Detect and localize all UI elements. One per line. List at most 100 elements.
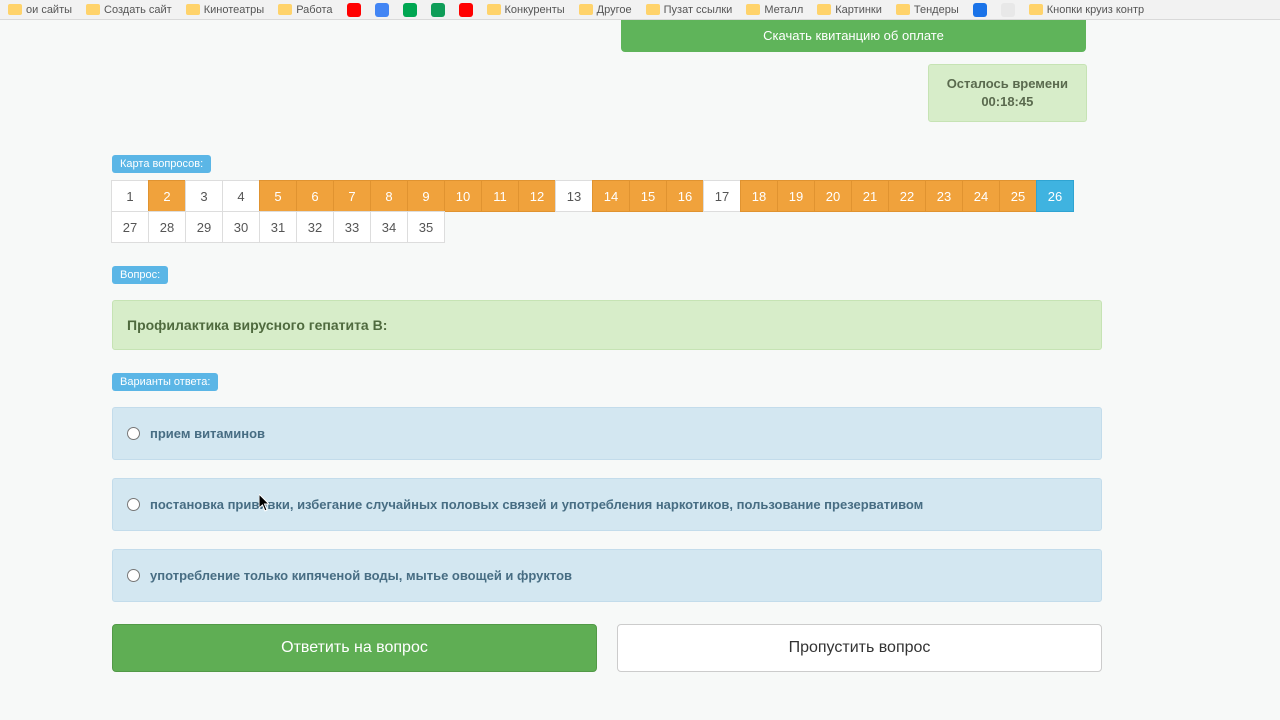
- question-cell-26[interactable]: 26: [1036, 180, 1074, 212]
- question-cell-17[interactable]: 17: [703, 180, 741, 212]
- question-cell-12[interactable]: 12: [518, 180, 556, 212]
- favicon-icon: [1001, 3, 1015, 17]
- question-cell-30[interactable]: 30: [222, 211, 260, 243]
- question-cell-35[interactable]: 35: [407, 211, 445, 243]
- bookmark-item[interactable]: Работа: [278, 4, 332, 16]
- question-cell-7[interactable]: 7: [333, 180, 371, 212]
- favicon-icon: [973, 3, 987, 17]
- bookmarks-bar: ои сайты Создать сайт Кинотеатры Работа Конк…: [0, 0, 1280, 20]
- question-cell-31[interactable]: 31: [259, 211, 297, 243]
- question-cell-16[interactable]: 16: [666, 180, 704, 212]
- question-map: 1234567891011121314151617181920212223242…: [112, 181, 1102, 243]
- folder-icon: [487, 4, 501, 15]
- question-cell-1[interactable]: 1: [111, 180, 149, 212]
- question-cell-4[interactable]: 4: [222, 180, 260, 212]
- answer-option-2[interactable]: постановка прививки, избегание случайных…: [112, 478, 1102, 531]
- question-cell-34[interactable]: 34: [370, 211, 408, 243]
- bookmark-label: Кинотеатры: [204, 4, 264, 16]
- question-text: Профилактика вирусного гепатита В:: [112, 300, 1102, 350]
- bookmark-label: Другое: [597, 4, 632, 16]
- timer-box: Осталось времени 00:18:45: [928, 64, 1087, 122]
- question-cell-13[interactable]: 13: [555, 180, 593, 212]
- bookmark-label: Конкуренты: [505, 4, 565, 16]
- question-cell-20[interactable]: 20: [814, 180, 852, 212]
- answer-radio[interactable]: [127, 569, 140, 582]
- answer-option-1[interactable]: прием витаминов: [112, 407, 1102, 460]
- bookmark-label: Тендеры: [914, 4, 959, 16]
- bookmark-item[interactable]: Пузат ссылки: [646, 4, 733, 16]
- bookmark-item[interactable]: Кинотеатры: [186, 4, 264, 16]
- question-cell-21[interactable]: 21: [851, 180, 889, 212]
- bookmark-label: Создать сайт: [104, 4, 172, 16]
- question-cell-29[interactable]: 29: [185, 211, 223, 243]
- question-label: Вопрос:: [112, 266, 168, 284]
- answer-option-3[interactable]: употребление только кипяченой воды, мыть…: [112, 549, 1102, 602]
- answers-label: Варианты ответа:: [112, 373, 218, 391]
- bookmark-item[interactable]: [375, 3, 389, 17]
- folder-icon: [817, 4, 831, 15]
- question-cell-22[interactable]: 22: [888, 180, 926, 212]
- bookmark-item[interactable]: [459, 3, 473, 17]
- question-cell-5[interactable]: 5: [259, 180, 297, 212]
- question-cell-8[interactable]: 8: [370, 180, 408, 212]
- bookmark-item[interactable]: ои сайты: [8, 4, 72, 16]
- page: Скачать квитанцию об оплате Осталось вре…: [0, 20, 1280, 672]
- question-cell-11[interactable]: 11: [481, 180, 519, 212]
- question-cell-3[interactable]: 3: [185, 180, 223, 212]
- answer-radio[interactable]: [127, 498, 140, 511]
- bookmark-item[interactable]: Конкуренты: [487, 4, 565, 16]
- question-cell-27[interactable]: 27: [111, 211, 149, 243]
- timer-title: Осталось времени: [947, 75, 1068, 93]
- question-cell-6[interactable]: 6: [296, 180, 334, 212]
- bookmark-item[interactable]: [431, 3, 445, 17]
- answer-radio[interactable]: [127, 427, 140, 440]
- question-cell-15[interactable]: 15: [629, 180, 667, 212]
- bookmark-item[interactable]: [347, 3, 361, 17]
- bookmark-item[interactable]: Другое: [579, 4, 632, 16]
- download-receipt-button[interactable]: Скачать квитанцию об оплате: [621, 20, 1086, 52]
- folder-icon: [1029, 4, 1043, 15]
- bookmark-label: Кнопки круиз контр: [1047, 4, 1144, 16]
- bookmark-label: Картинки: [835, 4, 882, 16]
- question-cell-14[interactable]: 14: [592, 180, 630, 212]
- question-cell-2[interactable]: 2: [148, 180, 186, 212]
- question-cell-32[interactable]: 32: [296, 211, 334, 243]
- bookmark-item[interactable]: [1001, 3, 1015, 17]
- timer-value: 00:18:45: [947, 93, 1068, 111]
- question-cell-19[interactable]: 19: [777, 180, 815, 212]
- question-cell-33[interactable]: 33: [333, 211, 371, 243]
- bookmark-item[interactable]: Тендеры: [896, 4, 959, 16]
- folder-icon: [86, 4, 100, 15]
- favicon-icon: [431, 3, 445, 17]
- question-cell-28[interactable]: 28: [148, 211, 186, 243]
- favicon-icon: [375, 3, 389, 17]
- answers-list: прием витаминов постановка прививки, избе…: [112, 407, 1102, 602]
- folder-icon: [186, 4, 200, 15]
- question-cell-25[interactable]: 25: [999, 180, 1037, 212]
- folder-icon: [278, 4, 292, 15]
- question-cell-23[interactable]: 23: [925, 180, 963, 212]
- bookmark-label: ои сайты: [26, 4, 72, 16]
- favicon-icon: [347, 3, 361, 17]
- favicon-icon: [459, 3, 473, 17]
- bookmark-item[interactable]: [973, 3, 987, 17]
- bookmark-label: Пузат ссылки: [664, 4, 733, 16]
- question-cell-18[interactable]: 18: [740, 180, 778, 212]
- answer-text: постановка прививки, избегание случайных…: [150, 497, 923, 512]
- question-cell-9[interactable]: 9: [407, 180, 445, 212]
- bookmark-item[interactable]: Кнопки круиз контр: [1029, 4, 1144, 16]
- answer-text: прием витаминов: [150, 426, 265, 441]
- question-cell-24[interactable]: 24: [962, 180, 1000, 212]
- folder-icon: [746, 4, 760, 15]
- bookmark-label: Работа: [296, 4, 332, 16]
- bookmark-item[interactable]: Металл: [746, 4, 803, 16]
- bookmark-item[interactable]: [403, 3, 417, 17]
- folder-icon: [579, 4, 593, 15]
- question-cell-10[interactable]: 10: [444, 180, 482, 212]
- folder-icon: [646, 4, 660, 15]
- question-map-label: Карта вопросов:: [112, 155, 211, 173]
- bookmark-item[interactable]: Создать сайт: [86, 4, 172, 16]
- bookmark-item[interactable]: Картинки: [817, 4, 882, 16]
- answer-button[interactable]: Ответить на вопрос: [112, 624, 597, 672]
- skip-button[interactable]: Пропустить вопрос: [617, 624, 1102, 672]
